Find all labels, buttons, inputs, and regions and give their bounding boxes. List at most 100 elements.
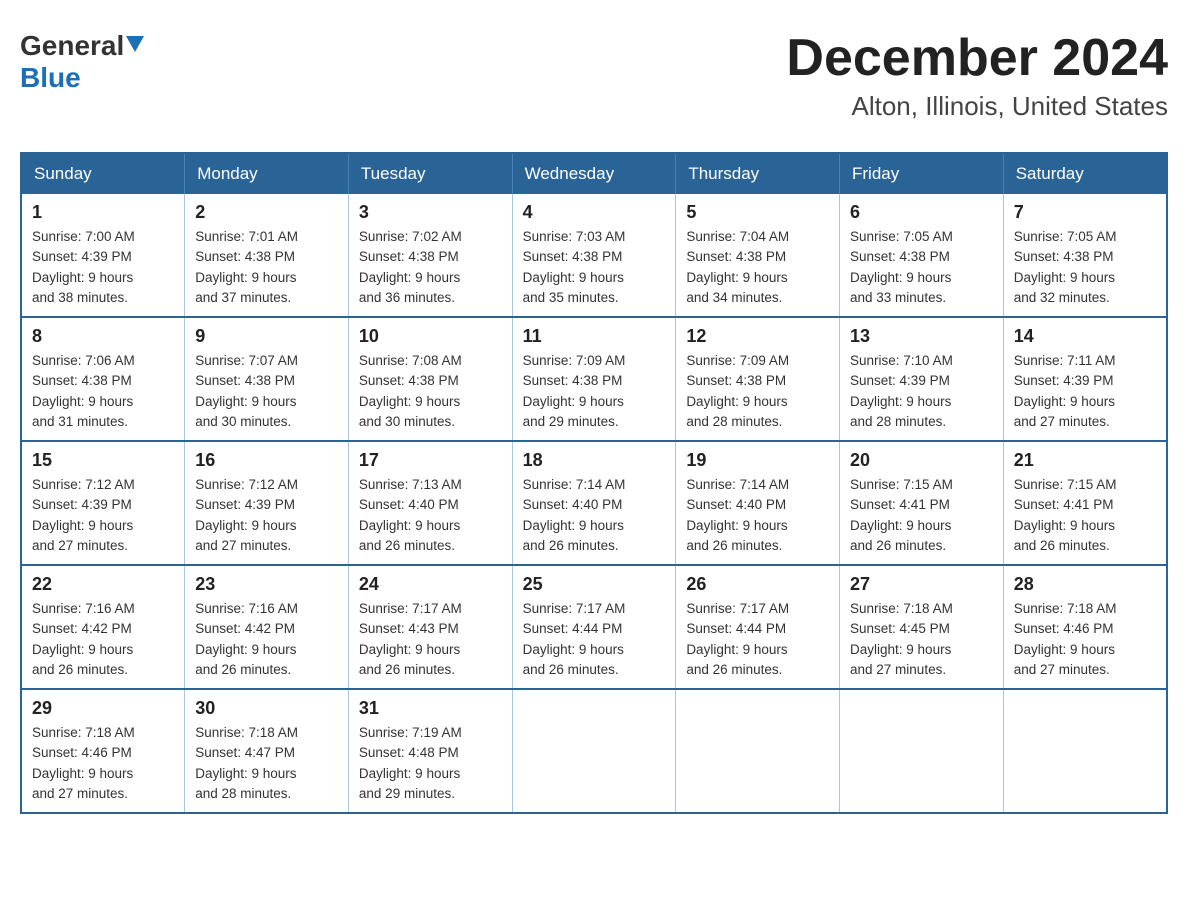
day-number: 29 (32, 698, 174, 719)
calendar-week-row: 15 Sunrise: 7:12 AMSunset: 4:39 PMDayligh… (21, 441, 1167, 565)
day-info: Sunrise: 7:10 AMSunset: 4:39 PMDaylight:… (850, 351, 993, 432)
day-number: 15 (32, 450, 174, 471)
calendar-cell: 13 Sunrise: 7:10 AMSunset: 4:39 PMDayligh… (840, 317, 1004, 441)
day-info: Sunrise: 7:05 AMSunset: 4:38 PMDaylight:… (850, 227, 993, 308)
day-info: Sunrise: 7:17 AMSunset: 4:44 PMDaylight:… (686, 599, 829, 680)
weekday-header-friday: Friday (840, 153, 1004, 194)
calendar-cell: 3Sunrise: 7:02 AMSunset: 4:38 PMDaylight… (348, 194, 512, 317)
calendar-cell: 30 Sunrise: 7:18 AMSunset: 4:47 PMDayligh… (185, 689, 349, 813)
calendar-cell: 24 Sunrise: 7:17 AMSunset: 4:43 PMDayligh… (348, 565, 512, 689)
day-info: Sunrise: 7:12 AMSunset: 4:39 PMDaylight:… (195, 475, 338, 556)
calendar-table: SundayMondayTuesdayWednesdayThursdayFrid… (20, 152, 1168, 814)
calendar-cell: 22Sunrise: 7:16 AMSunset: 4:42 PMDayligh… (21, 565, 185, 689)
calendar-cell: 6 Sunrise: 7:05 AMSunset: 4:38 PMDaylight… (840, 194, 1004, 317)
weekday-header-saturday: Saturday (1003, 153, 1167, 194)
day-info: Sunrise: 7:06 AMSunset: 4:38 PMDaylight:… (32, 351, 174, 432)
day-info: Sunrise: 7:07 AMSunset: 4:38 PMDaylight:… (195, 351, 338, 432)
calendar-cell: 20Sunrise: 7:15 AMSunset: 4:41 PMDayligh… (840, 441, 1004, 565)
page-header: General Blue December 2024 Alton, Illino… (20, 20, 1168, 132)
day-number: 31 (359, 698, 502, 719)
day-number: 3 (359, 202, 502, 223)
title-section: December 2024 Alton, Illinois, United St… (786, 30, 1168, 122)
day-number: 21 (1014, 450, 1156, 471)
calendar-cell: 8 Sunrise: 7:06 AMSunset: 4:38 PMDaylight… (21, 317, 185, 441)
day-info: Sunrise: 7:11 AMSunset: 4:39 PMDaylight:… (1014, 351, 1156, 432)
day-number: 23 (195, 574, 338, 595)
calendar-week-row: 22 Sunrise: 7:16 AMSunset: 4:42 PMDayligh… (21, 565, 1167, 689)
weekday-header-sunday: Sunday (21, 153, 185, 194)
day-number: 28 (1014, 574, 1156, 595)
day-info: Sunrise: 7:18 AMSunset: 4:45 PMDaylight:… (850, 599, 993, 680)
day-number: 5 (686, 202, 829, 223)
day-number: 9 (195, 326, 338, 347)
day-number: 22 (32, 574, 174, 595)
calendar-cell: 18 Sunrise: 7:14 AMSunset: 4:40 PMDayligh… (512, 441, 676, 565)
day-info: Sunrise: 7:18 AMSunset: 4:46 PMDaylight:… (32, 723, 174, 804)
calendar-cell: 17Sunrise: 7:13 AMSunset: 4:40 PMDayligh… (348, 441, 512, 565)
calendar-header-row: SundayMondayTuesdayWednesdayThursdayFrid… (21, 153, 1167, 194)
weekday-header-wednesday: Wednesday (512, 153, 676, 194)
day-number: 13 (850, 326, 993, 347)
calendar-cell: 31 Sunrise: 7:19 AMSunset: 4:48 PMDayligh… (348, 689, 512, 813)
calendar-week-row: 29 Sunrise: 7:18 AMSunset: 4:46 PMDayligh… (21, 689, 1167, 813)
calendar-cell: 28Sunrise: 7:18 AMSunset: 4:46 PMDayligh… (1003, 565, 1167, 689)
calendar-cell (676, 689, 840, 813)
calendar-cell: 1 Sunrise: 7:00 AMSunset: 4:39 PMDaylight… (21, 194, 185, 317)
day-info: Sunrise: 7:12 AMSunset: 4:39 PMDaylight:… (32, 475, 174, 556)
day-number: 16 (195, 450, 338, 471)
day-info: Sunrise: 7:14 AMSunset: 4:40 PMDaylight:… (686, 475, 829, 556)
calendar-cell: 5 Sunrise: 7:04 AMSunset: 4:38 PMDaylight… (676, 194, 840, 317)
day-number: 7 (1014, 202, 1156, 223)
day-info: Sunrise: 7:01 AMSunset: 4:38 PMDaylight:… (195, 227, 338, 308)
location-title: Alton, Illinois, United States (786, 91, 1168, 122)
day-info: Sunrise: 7:04 AMSunset: 4:38 PMDaylight:… (686, 227, 829, 308)
day-info: Sunrise: 7:08 AMSunset: 4:38 PMDaylight:… (359, 351, 502, 432)
day-info: Sunrise: 7:18 AMSunset: 4:47 PMDaylight:… (195, 723, 338, 804)
calendar-cell: 10Sunrise: 7:08 AMSunset: 4:38 PMDayligh… (348, 317, 512, 441)
calendar-cell: 12 Sunrise: 7:09 AMSunset: 4:38 PMDayligh… (676, 317, 840, 441)
day-info: Sunrise: 7:14 AMSunset: 4:40 PMDaylight:… (523, 475, 666, 556)
calendar-cell: 27 Sunrise: 7:18 AMSunset: 4:45 PMDayligh… (840, 565, 1004, 689)
day-info: Sunrise: 7:16 AMSunset: 4:42 PMDaylight:… (195, 599, 338, 680)
day-number: 19 (686, 450, 829, 471)
day-number: 1 (32, 202, 174, 223)
logo-arrow-icon (126, 36, 144, 57)
calendar-cell: 9 Sunrise: 7:07 AMSunset: 4:38 PMDaylight… (185, 317, 349, 441)
day-info: Sunrise: 7:09 AMSunset: 4:38 PMDaylight:… (686, 351, 829, 432)
day-number: 6 (850, 202, 993, 223)
calendar-cell: 19 Sunrise: 7:14 AMSunset: 4:40 PMDayligh… (676, 441, 840, 565)
calendar-cell: 25Sunrise: 7:17 AMSunset: 4:44 PMDayligh… (512, 565, 676, 689)
weekday-header-thursday: Thursday (676, 153, 840, 194)
day-info: Sunrise: 7:05 AMSunset: 4:38 PMDaylight:… (1014, 227, 1156, 308)
month-title: December 2024 (786, 30, 1168, 87)
day-number: 11 (523, 326, 666, 347)
day-number: 8 (32, 326, 174, 347)
calendar-cell: 2Sunrise: 7:01 AMSunset: 4:38 PMDaylight… (185, 194, 349, 317)
calendar-cell: 11Sunrise: 7:09 AMSunset: 4:38 PMDayligh… (512, 317, 676, 441)
day-info: Sunrise: 7:15 AMSunset: 4:41 PMDaylight:… (850, 475, 993, 556)
calendar-cell: 7 Sunrise: 7:05 AMSunset: 4:38 PMDaylight… (1003, 194, 1167, 317)
day-info: Sunrise: 7:19 AMSunset: 4:48 PMDaylight:… (359, 723, 502, 804)
day-number: 12 (686, 326, 829, 347)
weekday-header-monday: Monday (185, 153, 349, 194)
day-info: Sunrise: 7:00 AMSunset: 4:39 PMDaylight:… (32, 227, 174, 308)
day-number: 18 (523, 450, 666, 471)
day-number: 26 (686, 574, 829, 595)
day-info: Sunrise: 7:15 AMSunset: 4:41 PMDaylight:… (1014, 475, 1156, 556)
day-number: 4 (523, 202, 666, 223)
weekday-header-tuesday: Tuesday (348, 153, 512, 194)
calendar-cell (512, 689, 676, 813)
day-number: 30 (195, 698, 338, 719)
calendar-cell: 21 Sunrise: 7:15 AMSunset: 4:41 PMDayligh… (1003, 441, 1167, 565)
day-number: 27 (850, 574, 993, 595)
calendar-cell: 16 Sunrise: 7:12 AMSunset: 4:39 PMDayligh… (185, 441, 349, 565)
calendar-cell: 14Sunrise: 7:11 AMSunset: 4:39 PMDayligh… (1003, 317, 1167, 441)
calendar-cell: 15 Sunrise: 7:12 AMSunset: 4:39 PMDayligh… (21, 441, 185, 565)
day-number: 24 (359, 574, 502, 595)
calendar-week-row: 1 Sunrise: 7:00 AMSunset: 4:39 PMDaylight… (21, 194, 1167, 317)
calendar-cell (840, 689, 1004, 813)
calendar-cell: 23 Sunrise: 7:16 AMSunset: 4:42 PMDayligh… (185, 565, 349, 689)
calendar-cell: 29 Sunrise: 7:18 AMSunset: 4:46 PMDayligh… (21, 689, 185, 813)
day-info: Sunrise: 7:17 AMSunset: 4:43 PMDaylight:… (359, 599, 502, 680)
day-info: Sunrise: 7:03 AMSunset: 4:38 PMDaylight:… (523, 227, 666, 308)
